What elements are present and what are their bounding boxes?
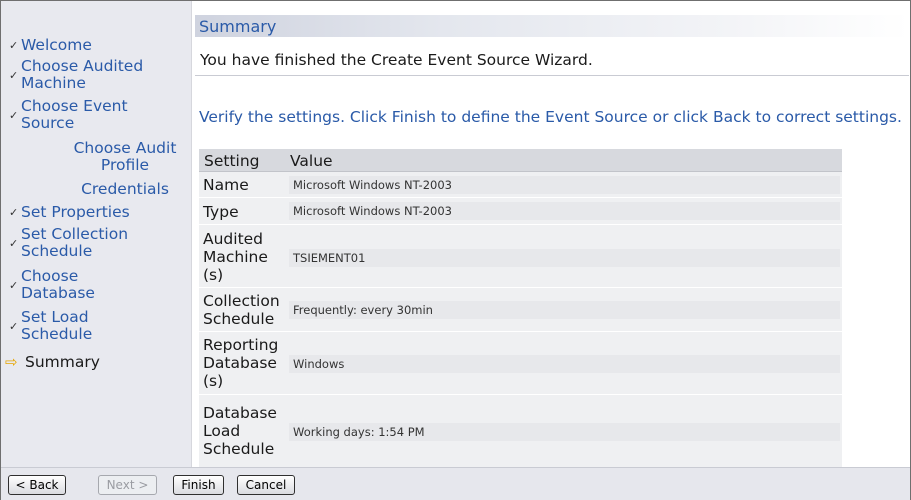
step-set-load-schedule[interactable]: ✓ Set Load Schedule: [9, 309, 129, 343]
summary-panel: Summary You have finished the Create Eve…: [192, 1, 910, 467]
step-welcome[interactable]: ✓ Welcome: [9, 37, 187, 54]
table-row: Type Microsoft Windows NT-2003: [199, 198, 842, 225]
verify-instructions: Verify the settings. Click Finish to def…: [199, 108, 902, 126]
step-label: Set Properties: [21, 203, 130, 221]
step-label: Choose Event Source: [21, 97, 128, 132]
finished-message: You have finished the Create Event Sourc…: [200, 51, 593, 69]
step-label: Set Load Schedule: [21, 308, 93, 343]
step-label: Credentials: [81, 180, 169, 198]
check-icon: ✓: [9, 206, 19, 219]
column-header-value: Value: [290, 152, 333, 170]
step-set-properties[interactable]: ✓ Set Properties: [9, 204, 187, 221]
table-body: Name Microsoft Windows NT-2003 Type Micr…: [199, 172, 842, 467]
value-cell-bg: [289, 249, 840, 267]
value-cell-bg: [289, 355, 840, 373]
setting-cell: Database Load Schedule: [203, 404, 277, 458]
table-row: Database Load Schedule Working days: 1:5…: [199, 395, 842, 467]
table-row: Audited Machine (s) TSIEMENT01: [199, 225, 842, 288]
value-cell: Microsoft Windows NT-2003: [293, 204, 452, 218]
setting-cell: Audited Machine (s): [203, 230, 268, 284]
settings-table: Setting Value Name Microsoft Windows NT-…: [199, 149, 842, 467]
step-label: Choose Audit Profile: [73, 139, 177, 174]
check-icon: ✓: [9, 236, 19, 250]
step-set-collection-schedule[interactable]: ✓ Set Collection Schedule: [9, 226, 174, 260]
table-header: Setting Value: [199, 149, 842, 172]
table-row: Collection Schedule Frequently: every 30…: [199, 288, 842, 332]
next-button[interactable]: Next >: [98, 475, 157, 495]
step-label: Choose Database: [21, 267, 95, 302]
step-label: Choose Audited Machine: [21, 57, 144, 92]
table-row: Name Microsoft Windows NT-2003: [199, 172, 842, 198]
value-cell: Frequently: every 30min: [293, 303, 433, 317]
value-cell: Windows: [293, 357, 345, 371]
column-header-setting: Setting: [204, 152, 260, 170]
table-row: Reporting Database (s) Windows: [199, 332, 842, 395]
back-button[interactable]: < Back: [8, 475, 66, 495]
setting-cell: Name: [203, 176, 249, 194]
cancel-button[interactable]: Cancel: [237, 475, 295, 495]
setting-cell: Type: [203, 203, 239, 221]
setting-cell: Reporting Database (s): [203, 336, 279, 390]
step-choose-event-source[interactable]: ✓ Choose Event Source: [9, 98, 159, 132]
check-icon: ✓: [9, 108, 19, 122]
step-label: Set Collection Schedule: [21, 225, 129, 260]
step-credentials[interactable]: Credentials: [63, 181, 187, 198]
title-bar: [195, 15, 909, 37]
check-icon: ✓: [9, 39, 19, 52]
check-icon: ✓: [9, 278, 19, 292]
wizard-button-bar: < Back Next > Finish Cancel: [1, 467, 910, 500]
setting-cell: Collection Schedule: [203, 292, 280, 328]
step-choose-audited-machine[interactable]: ✓ Choose Audited Machine: [9, 58, 185, 92]
page-title: Summary: [199, 17, 277, 36]
step-label: Welcome: [21, 36, 92, 54]
value-cell: TSIEMENT01: [293, 251, 366, 265]
value-cell: Working days: 1:54 PM: [293, 425, 425, 439]
value-cell: Microsoft Windows NT-2003: [293, 178, 452, 192]
current-step-arrow-icon: ⇨: [5, 353, 18, 371]
step-summary[interactable]: ⇨ Summary: [5, 354, 183, 371]
wizard-window: ✓ Welcome ✓ Choose Audited Machine ✓ Cho…: [0, 0, 911, 500]
step-choose-audit-profile[interactable]: Choose Audit Profile: [63, 140, 187, 174]
check-icon: ✓: [9, 68, 19, 82]
finish-button[interactable]: Finish: [173, 475, 224, 495]
step-label: Summary: [25, 353, 100, 371]
step-choose-database[interactable]: ✓ Choose Database: [9, 268, 129, 302]
divider: [195, 75, 909, 76]
check-icon: ✓: [9, 319, 19, 333]
wizard-steps-sidebar: ✓ Welcome ✓ Choose Audited Machine ✓ Cho…: [1, 1, 192, 467]
